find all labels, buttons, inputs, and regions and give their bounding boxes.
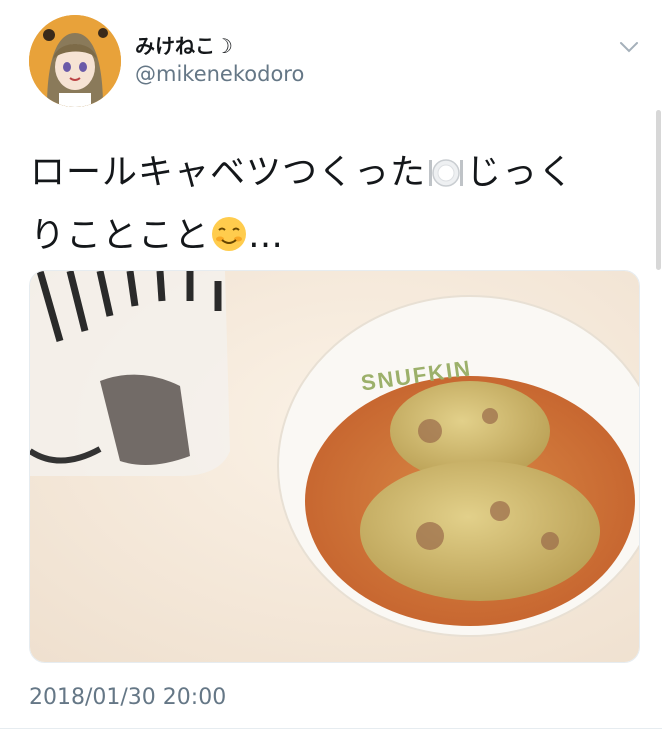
tweet-text-line1-a: ロールキャベツつくった [30,153,427,193]
tweet-text-line2-a: りことこと [30,216,211,256]
scrollbar[interactable] [656,110,661,270]
tweet-photo[interactable]: SNUFKIN [29,270,640,663]
photo-image: SNUFKIN [30,271,639,662]
plate-with-cutlery-emoji [426,151,466,208]
avatar[interactable] [29,15,121,107]
divider [0,728,662,729]
tweet-timestamp[interactable]: 2018/01/30 20:00 [29,685,226,710]
tweet-text-line1-b: じっく [466,153,575,193]
smiling-blushing-face-emoji [210,214,248,271]
tweet-text: ロールキャベツつくった じっく りことこと … [30,145,630,271]
tweet-text-ellipsis: … [248,216,285,256]
username[interactable]: @mikenekodoro [135,62,304,86]
avatar-image [29,15,121,107]
display-name[interactable]: みけねこ☽ [135,30,233,59]
chevron-down-icon[interactable] [618,36,640,58]
